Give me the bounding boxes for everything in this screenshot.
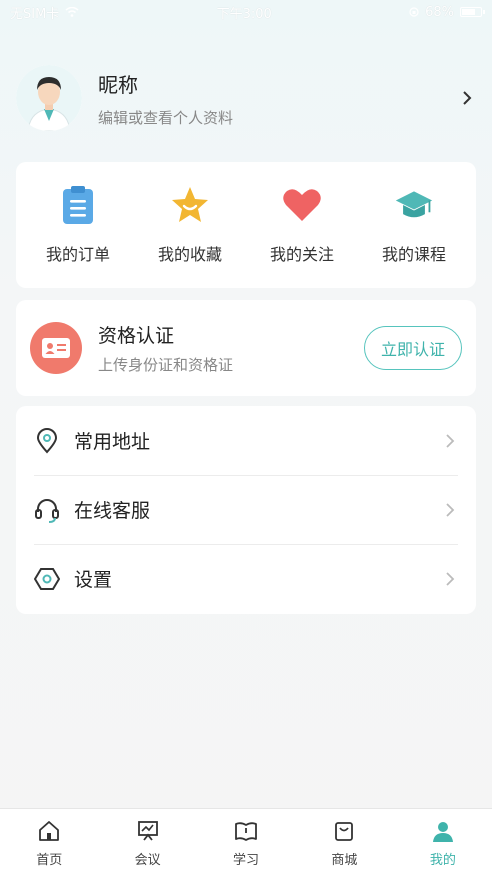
tab-label: 会议	[134, 853, 161, 868]
chevron-right-icon[interactable]	[458, 89, 476, 107]
tab-label: 首页	[36, 853, 63, 868]
menu-item-address[interactable]: 常用地址	[16, 406, 476, 475]
star-icon	[170, 185, 210, 225]
settings-menu-card: 常用地址 在线客服 设置	[16, 406, 476, 614]
shortcut-label: 我的课程	[381, 245, 446, 264]
chevron-right-icon	[446, 502, 455, 517]
shortcut-my-favorites[interactable]: 我的收藏	[140, 185, 240, 265]
nickname: 昵称	[98, 72, 138, 97]
shortcut-my-follows[interactable]: 我的关注	[252, 185, 352, 265]
menu-label: 在线客服	[74, 500, 151, 522]
certification-subtitle: 上传身份证和资格证	[98, 356, 234, 374]
menu-label: 常用地址	[74, 431, 151, 453]
certify-now-button[interactable]: 立即认证	[363, 326, 462, 370]
profile-subtitle: 编辑或查看个人资料	[98, 108, 234, 127]
doctor-avatar-icon	[16, 65, 82, 131]
heart-icon	[282, 185, 322, 225]
id-card-icon	[30, 322, 82, 374]
menu-label: 设置	[74, 569, 113, 591]
shortcut-my-orders[interactable]: 我的订单	[28, 185, 128, 265]
clipboard-icon	[58, 185, 98, 225]
carrier-text: 无SIM卡	[10, 6, 60, 22]
status-bar: 无SIM卡 下午3:00 68%	[0, 0, 492, 24]
graduation-cap-icon	[394, 185, 434, 225]
settings-hexagon-icon	[34, 566, 60, 592]
wifi-icon	[65, 7, 79, 17]
status-right: 68%	[409, 4, 485, 20]
certification-text: 资格认证 上传身份证和资格证	[98, 321, 364, 375]
presentation-icon	[136, 819, 160, 843]
status-left: 无SIM卡	[10, 3, 79, 22]
shopping-bag-icon	[332, 819, 356, 843]
headset-icon	[34, 497, 60, 523]
profile-header[interactable]: 昵称 编辑或查看个人资料	[16, 62, 476, 134]
profile-text: 昵称 编辑或查看个人资料	[98, 69, 458, 128]
menu-item-customer-service[interactable]: 在线客服	[16, 475, 476, 544]
bottom-tab-bar: 首页 会议 学习 商城 我的	[0, 808, 492, 878]
shortcut-my-courses[interactable]: 我的课程	[364, 185, 464, 265]
user-icon	[431, 819, 455, 843]
shortcut-card: 我的订单 我的收藏 我的关注 我的课程	[16, 162, 476, 288]
chevron-right-icon	[446, 433, 455, 448]
time-text: 下午3:00	[216, 6, 272, 22]
battery-text: 68%	[425, 4, 454, 20]
orientation-lock-icon	[409, 7, 419, 17]
tab-home[interactable]: 首页	[0, 809, 98, 878]
tab-meeting[interactable]: 会议	[98, 809, 196, 878]
location-pin-icon	[34, 427, 60, 454]
certification-card: 资格认证 上传身份证和资格证 立即认证	[16, 300, 476, 396]
menu-item-settings[interactable]: 设置	[16, 544, 476, 613]
home-icon	[37, 819, 61, 843]
tab-learning[interactable]: 学习	[197, 809, 295, 878]
book-icon	[234, 819, 258, 843]
tab-mine[interactable]: 我的	[394, 809, 492, 878]
tab-label: 学习	[233, 853, 260, 868]
tab-label: 商城	[331, 853, 358, 868]
shortcut-label: 我的收藏	[157, 245, 222, 264]
avatar[interactable]	[16, 65, 82, 131]
battery-icon	[459, 7, 485, 17]
tab-label: 我的	[429, 853, 456, 868]
chevron-right-icon	[446, 571, 455, 586]
tab-mall[interactable]: 商城	[295, 809, 393, 878]
shortcut-label: 我的关注	[269, 245, 334, 264]
shortcut-label: 我的订单	[45, 245, 110, 264]
certification-title: 资格认证	[98, 325, 175, 347]
